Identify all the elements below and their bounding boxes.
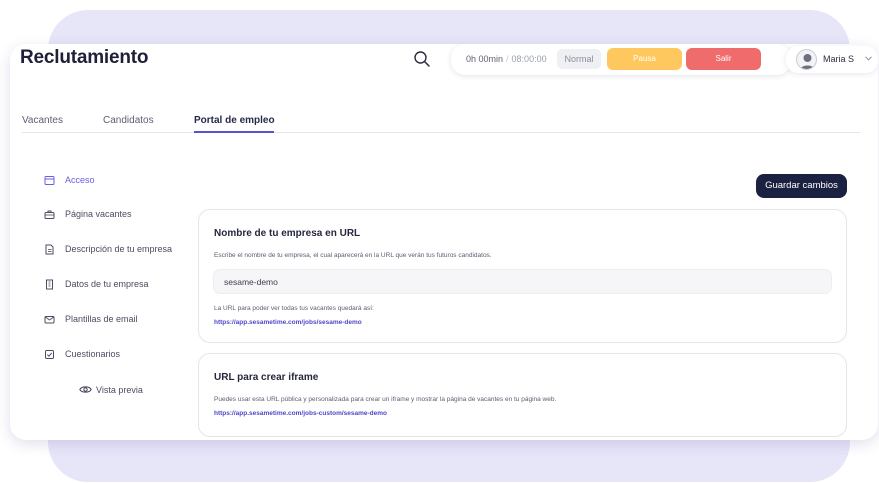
time-tracker: 0h 00min/08:00:00 Normal Pausa Salir xyxy=(451,44,791,75)
card-description: Escribe el nombre de tu empresa, el cual… xyxy=(214,252,492,259)
pause-button[interactable]: Pausa xyxy=(607,48,682,70)
calendar-icon xyxy=(44,176,55,185)
briefcase-icon xyxy=(44,210,55,219)
timer-elapsed: 0h 00min xyxy=(466,54,504,64)
active-tab-indicator xyxy=(194,131,274,133)
preview-label: Vista previa xyxy=(96,385,143,395)
tab-portal-de-empleo[interactable]: Portal de empleo xyxy=(194,115,275,126)
timer-scheduled: 08:00:00 xyxy=(511,54,547,64)
user-avatar-icon xyxy=(800,54,815,69)
app-window: Reclutamiento 0h 00min/08:00:00 Normal P… xyxy=(10,44,878,440)
iframe-url-card: URL para crear iframe Puedes usar esta U… xyxy=(198,353,847,437)
chevron-down-icon xyxy=(865,56,872,61)
stage: Reclutamiento 0h 00min/08:00:00 Normal P… xyxy=(0,0,879,483)
sidebar-item-label: Plantillas de email xyxy=(65,314,138,324)
sidebar-item-label: Acceso xyxy=(65,175,95,185)
url-note: La URL para poder ver todas tus vacantes… xyxy=(214,305,374,312)
document-icon xyxy=(45,244,54,255)
company-url-card: Nombre de tu empresa en URL Escribe el n… xyxy=(198,209,847,343)
iframe-url-link[interactable]: https://app.sesametime.com/jobs-custom/s… xyxy=(214,410,387,417)
sidebar-item-label: Cuestionarios xyxy=(65,349,121,359)
search-icon[interactable] xyxy=(413,50,431,68)
sidebar-item-label: Datos de tu empresa xyxy=(65,279,149,289)
app-title: Reclutamiento xyxy=(20,47,149,68)
avatar xyxy=(796,49,817,70)
eye-icon xyxy=(79,386,92,393)
card-description: Puedes usar esta URL pública y personali… xyxy=(214,396,557,403)
sidebar-item-label: Página vacantes xyxy=(65,209,132,219)
exit-button[interactable]: Salir xyxy=(686,48,761,70)
jobs-url-link[interactable]: https://app.sesametime.com/jobs/sesame-d… xyxy=(214,319,362,326)
tab-bar: Vacantes Candidatos Portal de empleo xyxy=(22,115,860,133)
timer-readout: 0h 00min/08:00:00 xyxy=(466,54,547,64)
building-icon xyxy=(46,279,53,290)
card-title: URL para crear iframe xyxy=(214,372,319,383)
tab-vacantes[interactable]: Vacantes xyxy=(22,115,63,126)
company-name-input[interactable] xyxy=(213,269,832,294)
tab-candidatos[interactable]: Candidatos xyxy=(103,115,154,126)
mail-icon xyxy=(44,316,55,324)
user-menu[interactable]: Maria S xyxy=(786,46,878,73)
user-name: Maria S xyxy=(823,54,855,64)
sidebar-item-label: Descripción de tu empresa xyxy=(65,244,173,254)
card-title: Nombre de tu empresa en URL xyxy=(214,228,361,239)
work-mode-badge[interactable]: Normal xyxy=(557,49,601,69)
save-button[interactable]: Guardar cambios xyxy=(756,174,847,198)
checkbox-icon xyxy=(45,350,54,359)
